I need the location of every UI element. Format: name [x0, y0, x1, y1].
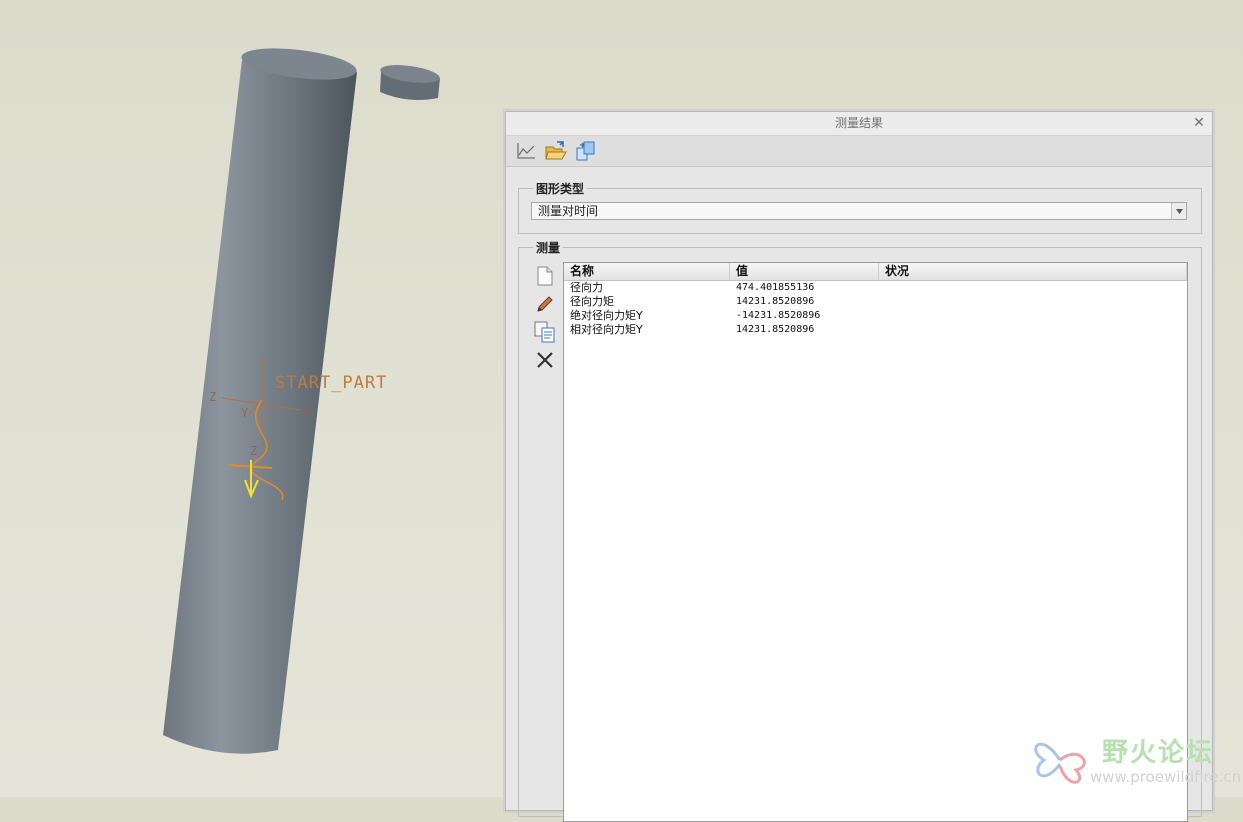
row-value: 474.401855136 — [736, 282, 815, 293]
graph-type-group: 图形类型 测量对时间 — [518, 180, 1202, 234]
new-icon[interactable] — [533, 262, 557, 290]
export-icon[interactable] — [574, 139, 598, 163]
row-name: 相对径向力矩Y — [570, 323, 643, 336]
shaft-cylinder — [163, 60, 357, 754]
measures-legend: 测量 — [533, 239, 564, 256]
row-status — [879, 281, 1187, 295]
butterfly-logo-icon — [1034, 742, 1086, 784]
axis-z-label: Z — [209, 390, 217, 404]
watermark-title: 野火论坛 — [1102, 738, 1215, 768]
axis-z2-label: Z — [250, 444, 258, 458]
measure-results-dialog: 测量结果 ✕ 图形类型 测量对时间 测量 名称 值 状况 径向力 474.401… — [505, 111, 1213, 822]
open-folder-icon[interactable] — [544, 139, 568, 163]
row-name: 径向力矩 — [570, 295, 614, 308]
measures-side-toolbar — [533, 262, 557, 374]
forum-watermark: 野火论坛 www.proewildfire.cn — [1028, 728, 1242, 794]
watermark-url: www.proewildfire.cn — [1090, 768, 1242, 786]
col-status-header[interactable]: 状况 — [879, 263, 1187, 280]
table-row[interactable]: 径向力 474.401855136 — [564, 281, 1187, 295]
dialog-toolbar — [506, 136, 1212, 167]
graph-type-select[interactable]: 测量对时间 — [531, 202, 1187, 220]
table-row[interactable]: 绝对径向力矩Y -14231.8520896 — [564, 309, 1187, 323]
table-header: 名称 值 状况 — [564, 263, 1187, 281]
graph-type-legend: 图形类型 — [533, 180, 588, 197]
edit-icon[interactable] — [533, 290, 557, 318]
col-value-header[interactable]: 值 — [730, 263, 879, 280]
csys-label: START_PART — [275, 373, 388, 393]
row-name: 绝对径向力矩Y — [570, 309, 643, 322]
dialog-title: 测量结果 — [834, 116, 883, 130]
delete-icon[interactable] — [533, 346, 557, 374]
close-icon[interactable]: ✕ — [1192, 112, 1206, 134]
axis-y-label: Y — [241, 406, 249, 420]
col-name-header[interactable]: 名称 — [564, 263, 730, 280]
row-status — [879, 295, 1187, 309]
graph-icon[interactable] — [514, 139, 538, 163]
row-value: 14231.8520896 — [736, 324, 815, 335]
row-status — [879, 323, 1187, 337]
row-status — [879, 309, 1187, 323]
row-value: -14231.8520896 — [736, 310, 821, 321]
axis-x-label: X — [302, 405, 310, 419]
row-value: 14231.8520896 — [736, 296, 815, 307]
row-name: 径向力 — [570, 281, 603, 294]
dialog-titlebar[interactable]: 测量结果 ✕ — [506, 112, 1212, 136]
copy-icon[interactable] — [533, 318, 557, 346]
table-row[interactable]: 径向力矩 14231.8520896 — [564, 295, 1187, 309]
chevron-down-icon[interactable] — [1171, 203, 1186, 219]
graph-type-value: 测量对时间 — [538, 204, 599, 218]
table-row[interactable]: 相对径向力矩Y 14231.8520896 — [564, 323, 1187, 337]
